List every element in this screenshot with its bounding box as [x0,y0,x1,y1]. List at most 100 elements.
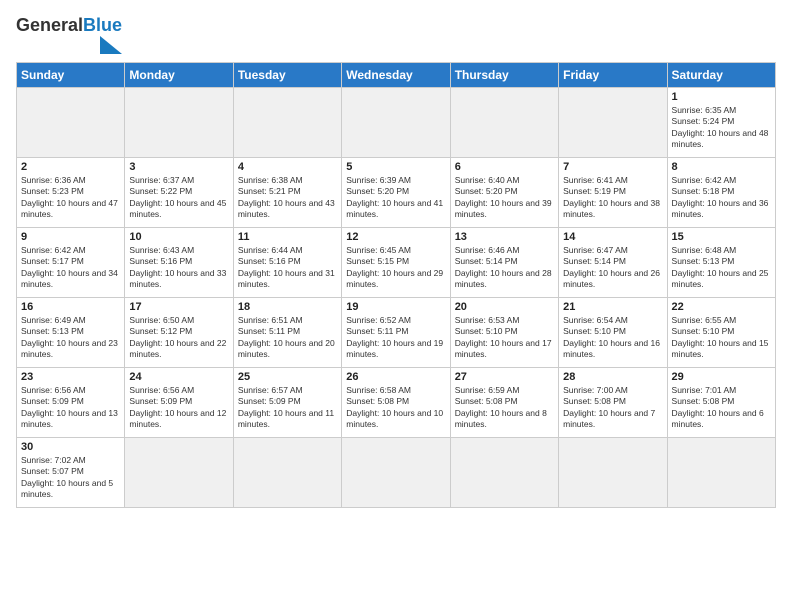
calendar-cell: 17 Sunrise: 6:50 AMSunset: 5:12 PMDayligh… [125,297,233,367]
cell-info: Sunrise: 6:45 AMSunset: 5:15 PMDaylight:… [346,245,445,291]
cell-info: Sunrise: 6:50 AMSunset: 5:12 PMDaylight:… [129,315,228,361]
calendar-cell: 24 Sunrise: 6:56 AMSunset: 5:09 PMDayligh… [125,367,233,437]
day-number: 5 [346,161,445,173]
calendar-week-row: 1 Sunrise: 6:35 AMSunset: 5:24 PMDaylight… [17,87,776,157]
calendar-cell: 14Sunrise: 6:47 AMSunset: 5:14 PMDayligh… [559,227,667,297]
cell-info: Sunrise: 6:53 AMSunset: 5:10 PMDaylight:… [455,315,554,361]
calendar-cell [667,437,775,507]
cell-info: Sunrise: 7:00 AMSunset: 5:08 PMDaylight:… [563,385,662,431]
cell-info: Sunrise: 6:37 AMSunset: 5:22 PMDaylight:… [129,175,228,221]
day-number: 20 [455,301,554,313]
cell-info: Sunrise: 6:48 AMSunset: 5:13 PMDaylight:… [672,245,771,291]
calendar-cell: 27Sunrise: 6:59 AMSunset: 5:08 PMDayligh… [450,367,558,437]
cell-info: Sunrise: 6:36 AMSunset: 5:23 PMDaylight:… [21,175,120,221]
day-number: 13 [455,231,554,243]
calendar-cell: 1 Sunrise: 6:35 AMSunset: 5:24 PMDaylight… [667,87,775,157]
calendar-week-row: 23 Sunrise: 6:56 AMSunset: 5:09 PMDayligh… [17,367,776,437]
cell-info: Sunrise: 6:41 AMSunset: 5:19 PMDaylight:… [563,175,662,221]
day-number: 26 [346,371,445,383]
calendar-cell: 13 Sunrise: 6:46 AMSunset: 5:14 PMDayligh… [450,227,558,297]
calendar-cell: 26 Sunrise: 6:58 AMSunset: 5:08 PMDayligh… [342,367,450,437]
calendar-cell [342,87,450,157]
calendar-cell [233,437,341,507]
day-number: 19 [346,301,445,313]
day-number: 7 [563,161,662,173]
day-number: 11 [238,231,337,243]
calendar-cell: 18Sunrise: 6:51 AMSunset: 5:11 PMDayligh… [233,297,341,367]
calendar-cell: 23 Sunrise: 6:56 AMSunset: 5:09 PMDayligh… [17,367,125,437]
calendar-cell: 11 Sunrise: 6:44 AMSunset: 5:16 PMDayligh… [233,227,341,297]
day-number: 6 [455,161,554,173]
calendar-cell: 8 Sunrise: 6:42 AMSunset: 5:18 PMDaylight… [667,157,775,227]
calendar-cell: 9 Sunrise: 6:42 AMSunset: 5:17 PMDaylight… [17,227,125,297]
calendar-cell [17,87,125,157]
calendar-cell [559,437,667,507]
logo-icon [72,36,122,54]
weekday-header: Tuesday [233,62,341,87]
calendar-cell: 12 Sunrise: 6:45 AMSunset: 5:15 PMDayligh… [342,227,450,297]
cell-info: Sunrise: 6:49 AMSunset: 5:13 PMDaylight:… [21,315,120,361]
weekday-header: Saturday [667,62,775,87]
cell-info: Sunrise: 6:52 AMSunset: 5:11 PMDaylight:… [346,315,445,361]
day-number: 17 [129,301,228,313]
calendar-cell: 21 Sunrise: 6:54 AMSunset: 5:10 PMDayligh… [559,297,667,367]
calendar: SundayMondayTuesdayWednesdayThursdayFrid… [16,62,776,508]
day-number: 24 [129,371,228,383]
weekday-header: Monday [125,62,233,87]
day-number: 3 [129,161,228,173]
cell-info: Sunrise: 6:56 AMSunset: 5:09 PMDaylight:… [21,385,120,431]
day-number: 4 [238,161,337,173]
cell-info: Sunrise: 6:51 AMSunset: 5:11 PMDaylight:… [238,315,337,361]
day-number: 21 [563,301,662,313]
cell-info: Sunrise: 6:58 AMSunset: 5:08 PMDaylight:… [346,385,445,431]
day-number: 22 [672,301,771,313]
calendar-cell [342,437,450,507]
weekday-header: Wednesday [342,62,450,87]
calendar-week-row: 2Sunrise: 6:36 AMSunset: 5:23 PMDaylight… [17,157,776,227]
cell-info: Sunrise: 6:35 AMSunset: 5:24 PMDaylight:… [672,105,771,151]
cell-info: Sunrise: 6:40 AMSunset: 5:20 PMDaylight:… [455,175,554,221]
logo: GeneralBlue [16,16,122,54]
day-number: 29 [672,371,771,383]
weekday-header: Sunday [17,62,125,87]
cell-info: Sunrise: 6:59 AMSunset: 5:08 PMDaylight:… [455,385,554,431]
cell-info: Sunrise: 6:42 AMSunset: 5:18 PMDaylight:… [672,175,771,221]
calendar-cell [559,87,667,157]
calendar-cell: 28Sunrise: 7:00 AMSunset: 5:08 PMDayligh… [559,367,667,437]
calendar-cell [233,87,341,157]
calendar-week-row: 30 Sunrise: 7:02 AMSunset: 5:07 PMDayligh… [17,437,776,507]
cell-info: Sunrise: 6:42 AMSunset: 5:17 PMDaylight:… [21,245,120,291]
cell-info: Sunrise: 7:02 AMSunset: 5:07 PMDaylight:… [21,455,120,501]
calendar-cell [125,87,233,157]
cell-info: Sunrise: 6:55 AMSunset: 5:10 PMDaylight:… [672,315,771,361]
logo-text: GeneralBlue [16,16,122,36]
cell-info: Sunrise: 6:54 AMSunset: 5:10 PMDaylight:… [563,315,662,361]
calendar-cell: 20 Sunrise: 6:53 AMSunset: 5:10 PMDayligh… [450,297,558,367]
calendar-cell: 7 Sunrise: 6:41 AMSunset: 5:19 PMDaylight… [559,157,667,227]
day-number: 30 [21,441,120,453]
day-number: 9 [21,231,120,243]
calendar-week-row: 9 Sunrise: 6:42 AMSunset: 5:17 PMDaylight… [17,227,776,297]
calendar-cell: 29 Sunrise: 7:01 AMSunset: 5:08 PMDayligh… [667,367,775,437]
calendar-cell: 25Sunrise: 6:57 AMSunset: 5:09 PMDayligh… [233,367,341,437]
cell-info: Sunrise: 6:56 AMSunset: 5:09 PMDaylight:… [129,385,228,431]
cell-info: Sunrise: 6:46 AMSunset: 5:14 PMDaylight:… [455,245,554,291]
calendar-cell: 16Sunrise: 6:49 AMSunset: 5:13 PMDayligh… [17,297,125,367]
day-number: 25 [238,371,337,383]
day-number: 12 [346,231,445,243]
cell-info: Sunrise: 6:44 AMSunset: 5:16 PMDaylight:… [238,245,337,291]
calendar-cell: 10Sunrise: 6:43 AMSunset: 5:16 PMDayligh… [125,227,233,297]
day-number: 1 [672,91,771,103]
header: GeneralBlue [16,16,776,54]
day-number: 8 [672,161,771,173]
calendar-cell: 4Sunrise: 6:38 AMSunset: 5:21 PMDaylight… [233,157,341,227]
calendar-cell: 3 Sunrise: 6:37 AMSunset: 5:22 PMDaylight… [125,157,233,227]
calendar-cell: 2Sunrise: 6:36 AMSunset: 5:23 PMDaylight… [17,157,125,227]
calendar-cell [450,437,558,507]
cell-info: Sunrise: 7:01 AMSunset: 5:08 PMDaylight:… [672,385,771,431]
day-number: 23 [21,371,120,383]
day-number: 10 [129,231,228,243]
weekday-header: Friday [559,62,667,87]
calendar-cell: 30 Sunrise: 7:02 AMSunset: 5:07 PMDayligh… [17,437,125,507]
calendar-cell: 19 Sunrise: 6:52 AMSunset: 5:11 PMDayligh… [342,297,450,367]
